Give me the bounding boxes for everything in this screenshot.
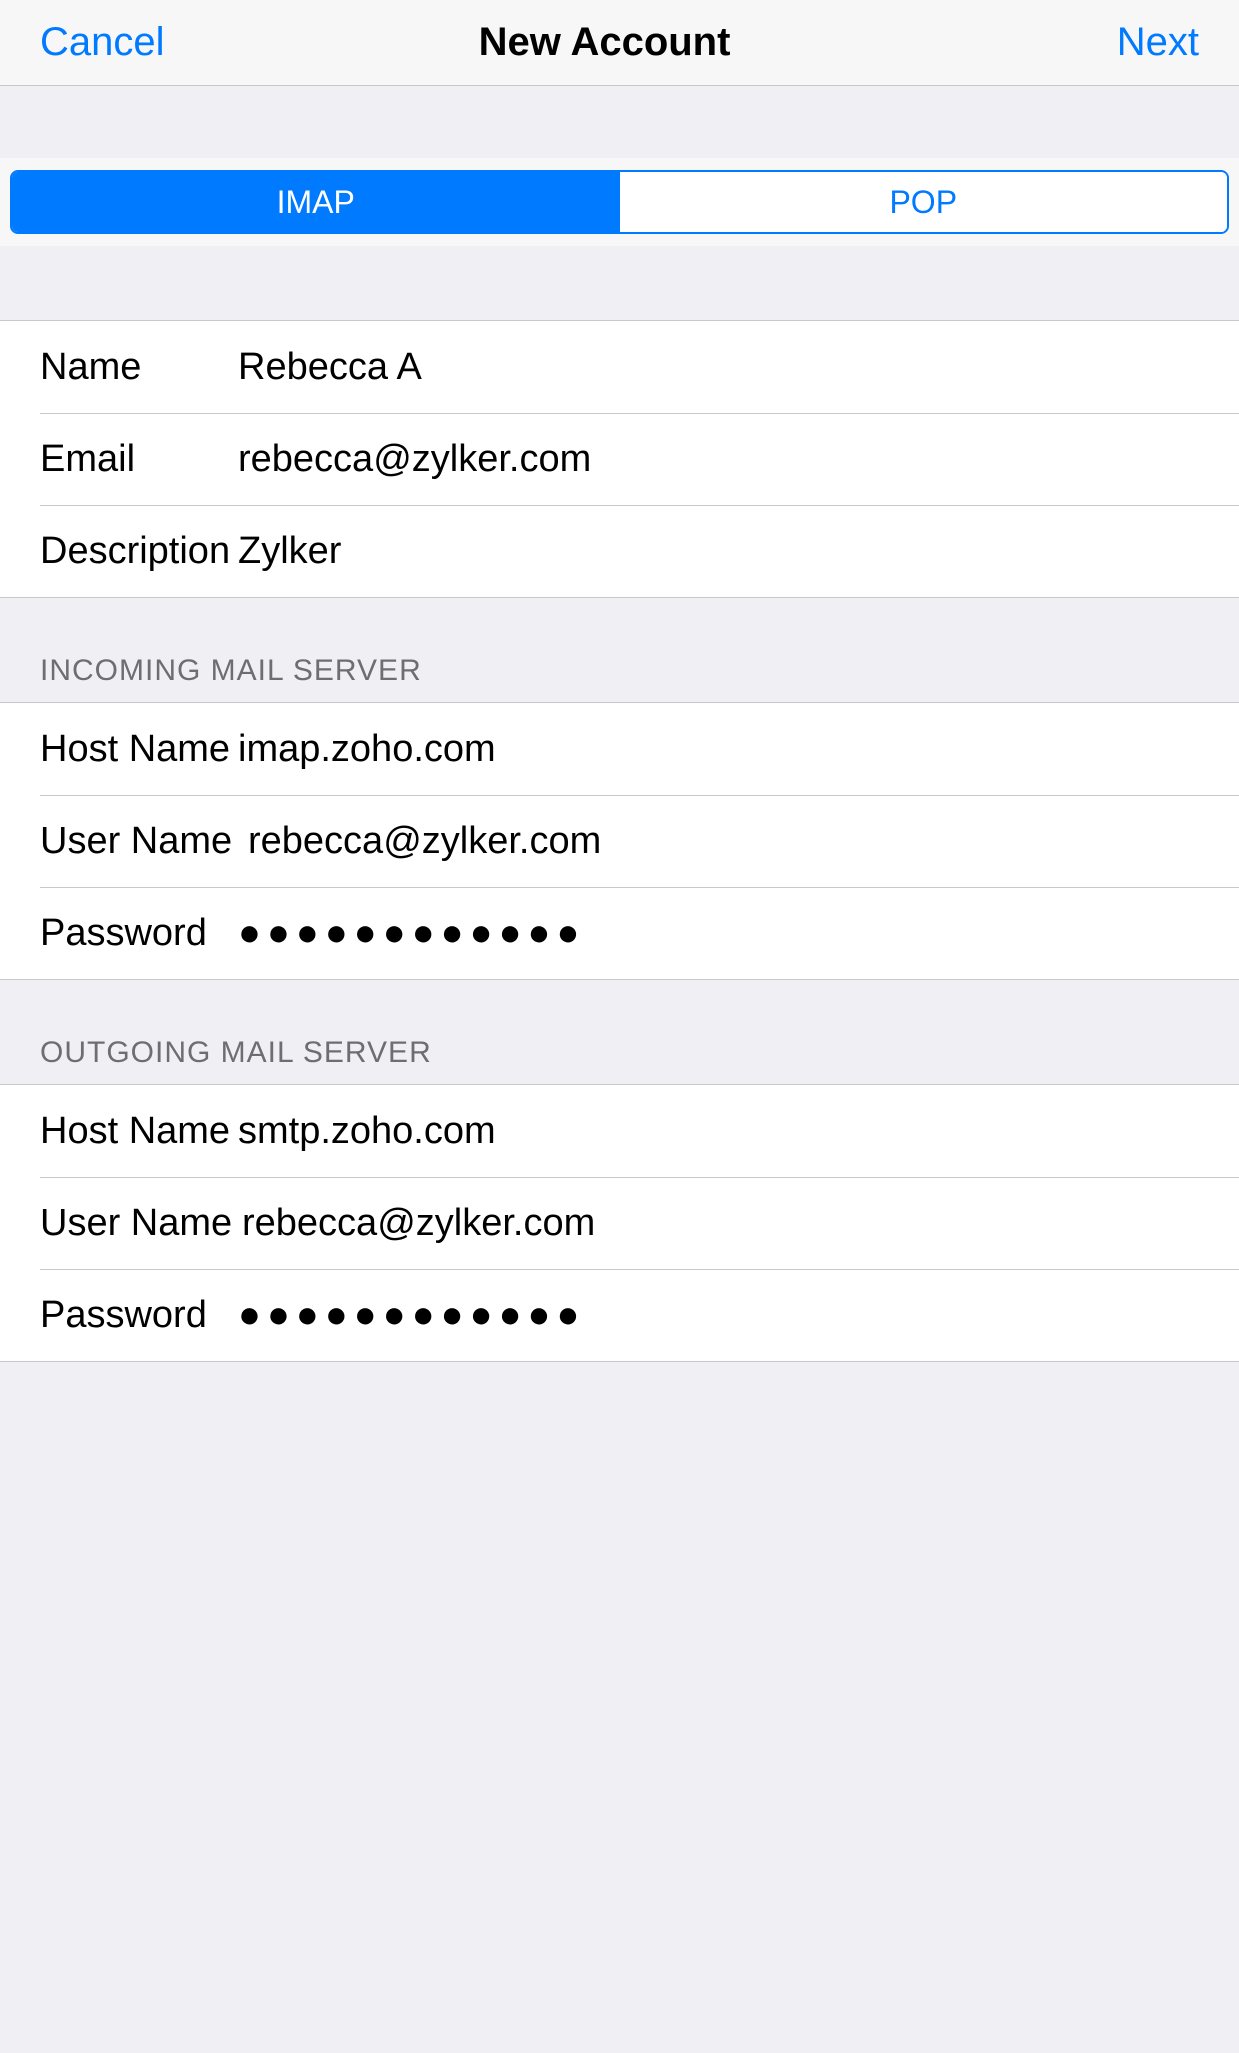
outgoing-header: OUTGOING MAIL SERVER <box>0 980 1239 1084</box>
incoming-host-row[interactable]: Host Name <box>0 703 1239 795</box>
description-label: Description <box>40 530 238 573</box>
outgoing-host-field[interactable] <box>238 1110 1199 1153</box>
outgoing-user-field[interactable] <box>238 1202 1199 1245</box>
name-label: Name <box>40 346 238 389</box>
outgoing-password-label: Password <box>40 1294 238 1337</box>
name-field[interactable] <box>238 346 1199 389</box>
email-row[interactable]: Email <box>0 413 1239 505</box>
email-field[interactable] <box>238 438 1199 481</box>
incoming-password-row[interactable]: Password ●●●●●●●●●●●● <box>0 887 1239 979</box>
account-info-group: Name Email Description <box>0 320 1239 598</box>
incoming-host-field[interactable] <box>238 728 1199 771</box>
spacer <box>0 86 1239 158</box>
incoming-user-field[interactable] <box>238 820 1199 863</box>
name-row[interactable]: Name <box>0 321 1239 413</box>
next-button[interactable]: Next <box>1117 20 1199 65</box>
protocol-segmented: IMAP POP <box>10 170 1229 234</box>
incoming-header: INCOMING MAIL SERVER <box>0 598 1239 702</box>
page-title: New Account <box>170 20 1039 65</box>
outgoing-host-label: Host Name <box>40 1110 238 1153</box>
tab-imap[interactable]: IMAP <box>12 172 620 232</box>
outgoing-group: Host Name User Name Password ●●●●●●●●●●●… <box>0 1084 1239 1362</box>
incoming-user-row[interactable]: User Name <box>0 795 1239 887</box>
tab-pop[interactable]: POP <box>620 172 1228 232</box>
outgoing-user-label: User Name <box>40 1202 238 1245</box>
outgoing-host-row[interactable]: Host Name <box>0 1085 1239 1177</box>
outgoing-password-field[interactable]: ●●●●●●●●●●●● <box>238 1294 585 1337</box>
incoming-group: Host Name User Name Password ●●●●●●●●●●●… <box>0 702 1239 980</box>
description-row[interactable]: Description <box>0 505 1239 597</box>
incoming-password-field[interactable]: ●●●●●●●●●●●● <box>238 912 585 955</box>
description-field[interactable] <box>238 530 1199 573</box>
outgoing-password-row[interactable]: Password ●●●●●●●●●●●● <box>0 1269 1239 1361</box>
incoming-host-label: Host Name <box>40 728 238 771</box>
outgoing-user-row[interactable]: User Name <box>0 1177 1239 1269</box>
cancel-button[interactable]: Cancel <box>40 20 165 65</box>
incoming-password-label: Password <box>40 912 238 955</box>
navbar: Cancel New Account Next <box>0 0 1239 86</box>
protocol-segmented-wrap: IMAP POP <box>0 158 1239 246</box>
incoming-user-label: User Name <box>40 820 238 863</box>
spacer <box>0 246 1239 320</box>
email-label: Email <box>40 438 238 481</box>
